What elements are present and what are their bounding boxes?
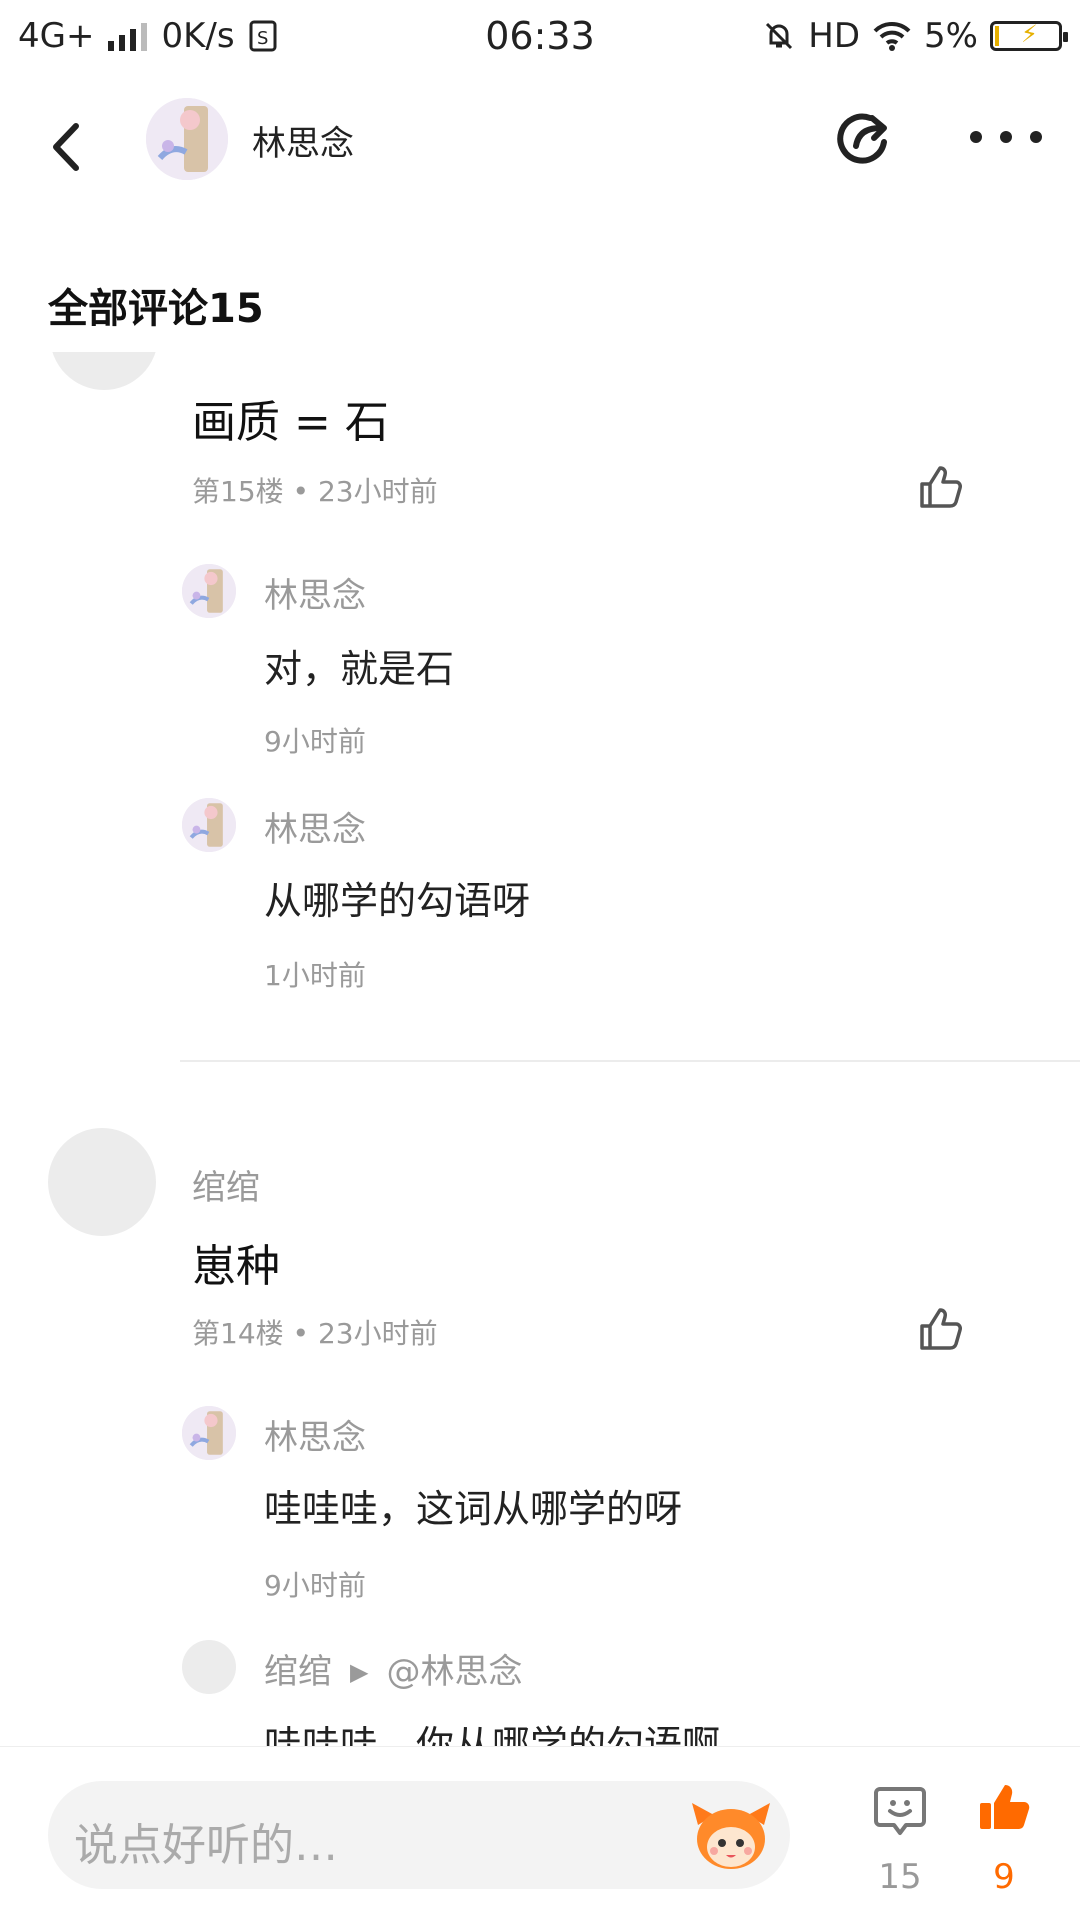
comment-text: 崽种 — [192, 1241, 280, 1292]
thumb-up-icon[interactable] — [916, 1304, 966, 1354]
user-name[interactable]: 林思念 — [252, 116, 354, 165]
avatar[interactable] — [182, 1406, 236, 1460]
reply-time: 9小时前 — [264, 1569, 366, 1602]
back-button[interactable] — [40, 112, 100, 182]
avatar[interactable] — [48, 1128, 156, 1236]
thumb-up-filled-icon[interactable] — [976, 1779, 1032, 1835]
comment-input[interactable]: 说点好听的… — [48, 1781, 790, 1889]
thumb-up-icon[interactable] — [916, 462, 966, 512]
reply-author[interactable]: 林思念 — [264, 568, 366, 617]
mascot-emoji-icon[interactable] — [690, 1797, 772, 1873]
input-placeholder: 说点好听的… — [74, 1820, 338, 1871]
top-nav: 林思念 — [0, 76, 1080, 206]
reply-text: 哇哇哇，你从哪学的勾语啊 — [264, 1723, 721, 1746]
reply-text: 对，就是石 — [264, 647, 455, 691]
battery-icon: ⚡ — [990, 20, 1068, 51]
avatar[interactable] — [182, 1640, 236, 1694]
share-icon[interactable] — [832, 106, 898, 172]
reply-header: 绾绾 ▶ @林思念 — [264, 1644, 522, 1693]
avatar[interactable] — [182, 564, 236, 618]
reply-arrow-icon: ▶ — [350, 1658, 369, 1686]
comment-count: 15 — [878, 1857, 922, 1897]
comment-input-bar: 说点好听的… 15 9 — [0, 1746, 1080, 1920]
comments-title: 全部评论15 — [48, 286, 264, 332]
divider — [180, 1060, 1080, 1062]
avatar[interactable] — [146, 98, 228, 180]
status-bar: 4G+ 0K/s S 06:33 HD 5% ⚡ — [0, 0, 1080, 76]
avatar[interactable] — [50, 352, 158, 390]
comment-author[interactable]: 绾绾 — [192, 1160, 260, 1209]
reply-author[interactable]: 林思念 — [264, 1410, 366, 1459]
battery-percent: 5% — [924, 16, 978, 56]
mute-bell-icon — [766, 22, 793, 50]
reply-author[interactable]: 绾绾 — [264, 1652, 332, 1692]
more-icon[interactable] — [970, 112, 1042, 162]
status-right: HD 5% ⚡ — [762, 16, 1068, 56]
comment-list[interactable]: 画质 = 石 第15楼 • 23小时前 林思念 对，就是石 9小时前 林思念 从… — [0, 352, 1080, 1746]
like-count: 9 — [993, 1857, 1015, 1897]
reply-author[interactable]: 林思念 — [264, 802, 366, 851]
wifi-icon — [873, 21, 911, 51]
comment-text: 画质 = 石 — [192, 397, 389, 448]
reply-time: 9小时前 — [264, 725, 366, 758]
comment-meta: 第15楼 • 23小时前 — [192, 475, 438, 508]
reply-text: 从哪学的勾语呀 — [264, 879, 531, 923]
comment-icon[interactable] — [872, 1783, 928, 1839]
reply-to-mention[interactable]: @林思念 — [386, 1652, 522, 1692]
hd-label: HD — [808, 16, 861, 56]
reply-time: 1小时前 — [264, 959, 366, 992]
comment-meta: 第14楼 • 23小时前 — [192, 1317, 438, 1350]
avatar[interactable] — [182, 798, 236, 852]
reply-text: 哇哇哇，这词从哪学的呀 — [264, 1487, 683, 1531]
